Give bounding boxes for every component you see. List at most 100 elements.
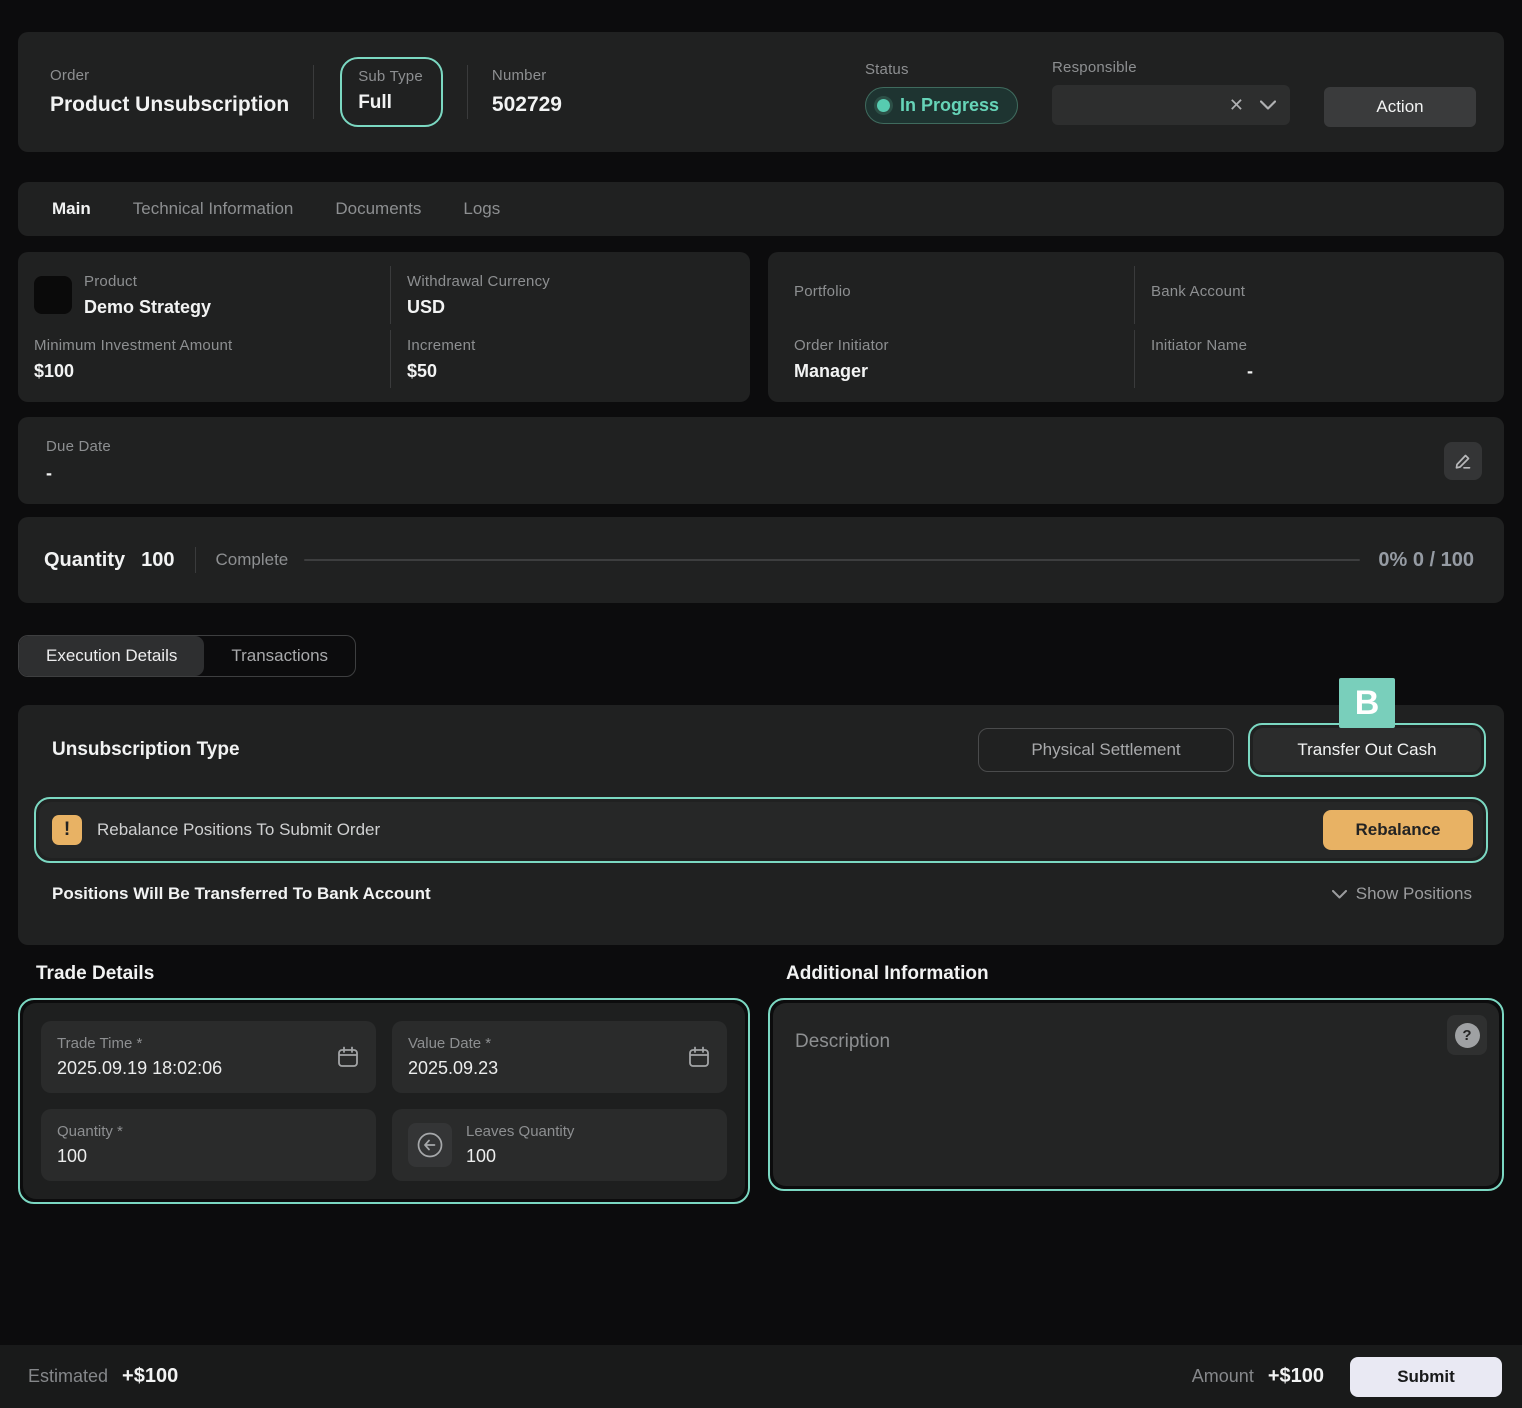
tab-logs[interactable]: Logs	[463, 199, 500, 219]
status-text: In Progress	[900, 95, 999, 116]
warning-text: Rebalance Positions To Submit Order	[97, 820, 380, 840]
quantity-field[interactable]: Quantity * 100	[41, 1109, 376, 1181]
increment-cell: Increment $50	[390, 330, 736, 388]
subtype-box: Sub Type Full	[340, 57, 443, 127]
initiator-name-cell: Initiator Name -	[1134, 330, 1490, 388]
subtype-label: Sub Type	[358, 68, 423, 85]
withdrawal-currency-cell: Withdrawal Currency USD	[390, 266, 736, 324]
product-card: Product Demo Strategy Withdrawal Currenc…	[18, 252, 750, 402]
value-date-field[interactable]: Value Date * 2025.09.23	[392, 1021, 727, 1093]
trade-details-annotation: Trade Time * 2025.09.19 18:02:06 Value D…	[18, 998, 750, 1204]
clear-icon[interactable]: ✕	[1229, 96, 1244, 114]
tab-technical-information[interactable]: Technical Information	[133, 199, 294, 219]
order-initiator-cell: Order Initiator Manager	[794, 330, 1134, 388]
portfolio-cell: Portfolio	[794, 266, 1134, 324]
help-button[interactable]: ?	[1447, 1015, 1487, 1055]
question-mark-icon: ?	[1455, 1023, 1480, 1048]
minimum-investment-cell: Minimum Investment Amount $100	[34, 330, 390, 388]
status-badge: In Progress	[865, 87, 1018, 124]
product-label: Product	[84, 273, 211, 290]
info-cards-row: Product Demo Strategy Withdrawal Currenc…	[18, 252, 1504, 402]
value-date-label: Value Date *	[408, 1035, 673, 1052]
order-page: Order Product Unsubscription Sub Type Fu…	[0, 0, 1522, 1408]
additional-information-annotation: ?	[768, 998, 1504, 1191]
order-footer: Estimated +$100 Amount +$100 Submit	[0, 1345, 1522, 1408]
tab-execution-details[interactable]: Execution Details	[19, 636, 204, 676]
transfer-out-cash-annotation: B Transfer Out Cash	[1248, 723, 1486, 777]
unsubscription-type-title: Unsubscription Type	[52, 739, 240, 761]
execution-details-card: Unsubscription Type Physical Settlement …	[18, 705, 1504, 945]
minimum-investment-value: $100	[34, 361, 390, 382]
calendar-icon[interactable]	[336, 1045, 360, 1069]
trade-time-label: Trade Time *	[57, 1035, 322, 1052]
leaves-quantity-label: Leaves Quantity	[466, 1123, 711, 1140]
order-title: Product Unsubscription	[50, 93, 289, 117]
submit-button[interactable]: Submit	[1350, 1357, 1502, 1397]
number-label: Number	[492, 67, 562, 84]
quantity-field-value: 100	[57, 1146, 360, 1167]
warning-icon: !	[52, 815, 82, 845]
description-input[interactable]	[773, 1003, 1499, 1186]
rebalance-warning-annotation: ! Rebalance Positions To Submit Order Re…	[34, 797, 1488, 863]
portfolio-label: Portfolio	[794, 283, 1134, 300]
tab-documents[interactable]: Documents	[335, 199, 421, 219]
arrow-left-circle-icon	[417, 1132, 443, 1158]
subtype-value: Full	[358, 92, 423, 114]
initiator-name-value: -	[1151, 361, 1490, 382]
action-button[interactable]: Action	[1324, 87, 1476, 127]
calendar-icon[interactable]	[687, 1045, 711, 1069]
leaves-quantity-value: 100	[466, 1146, 711, 1167]
portfolio-card: Portfolio Bank Account Order Initiator M…	[768, 252, 1504, 402]
additional-information-title: Additional Information	[768, 963, 1504, 985]
responsible-label: Responsible	[1052, 59, 1290, 76]
edit-due-date-button[interactable]	[1444, 442, 1482, 480]
transfer-out-cash-button[interactable]: Transfer Out Cash	[1253, 728, 1481, 772]
order-initiator-value: Manager	[794, 361, 1134, 382]
trade-time-field[interactable]: Trade Time * 2025.09.19 18:02:06	[41, 1021, 376, 1093]
progress-text: 0% 0 / 100	[1378, 549, 1474, 572]
withdrawal-currency-label: Withdrawal Currency	[407, 273, 736, 290]
estimated-label: Estimated	[28, 1366, 108, 1387]
product-image-placeholder	[34, 276, 72, 314]
physical-settlement-button[interactable]: Physical Settlement	[978, 728, 1234, 772]
minimum-investment-label: Minimum Investment Amount	[34, 337, 390, 354]
increment-label: Increment	[407, 337, 736, 354]
pencil-icon	[1453, 451, 1473, 471]
amount-label: Amount	[1192, 1366, 1254, 1387]
order-title-group: Order Product Unsubscription	[50, 67, 289, 117]
withdrawal-currency-value: USD	[407, 297, 736, 318]
annotation-b-badge: B	[1339, 678, 1395, 728]
bank-account-label: Bank Account	[1151, 283, 1490, 300]
progress-bar	[304, 559, 1360, 561]
quantity-label: Quantity	[44, 549, 125, 572]
bank-account-cell: Bank Account	[1134, 266, 1490, 324]
divider	[313, 65, 314, 119]
show-positions-toggle[interactable]: Show Positions	[1332, 884, 1472, 904]
tab-transactions[interactable]: Transactions	[204, 636, 355, 676]
responsible-select[interactable]: ✕	[1052, 85, 1290, 125]
complete-label: Complete	[216, 550, 289, 570]
tab-main[interactable]: Main	[52, 199, 91, 219]
divider	[195, 547, 196, 573]
status-group: Status In Progress	[865, 61, 1018, 124]
description-box: ?	[773, 1003, 1499, 1186]
leaves-quantity-field: Leaves Quantity 100	[392, 1109, 727, 1181]
rebalance-button[interactable]: Rebalance	[1323, 810, 1473, 850]
detail-subtabs: Execution Details Transactions	[18, 635, 356, 677]
arrow-left-circle-button[interactable]	[408, 1123, 452, 1167]
trade-time-value: 2025.09.19 18:02:06	[57, 1058, 322, 1079]
order-initiator-label: Order Initiator	[794, 337, 1134, 354]
order-header: Order Product Unsubscription Sub Type Fu…	[18, 32, 1504, 152]
number-value: 502729	[492, 93, 562, 117]
due-date-value: -	[46, 463, 111, 484]
quantity-progress-card: Quantity 100 Complete 0% 0 / 100	[18, 517, 1504, 603]
amount-value: +$100	[1268, 1365, 1324, 1388]
responsible-group: Responsible ✕	[1052, 59, 1290, 125]
chevron-down-icon[interactable]	[1260, 100, 1276, 110]
due-date-label: Due Date	[46, 438, 111, 455]
increment-value: $50	[407, 361, 736, 382]
value-date-value: 2025.09.23	[408, 1058, 673, 1079]
trade-details-title: Trade Details	[18, 963, 750, 985]
main-tabs: Main Technical Information Documents Log…	[18, 182, 1504, 236]
order-number-group: Number 502729	[492, 67, 562, 117]
